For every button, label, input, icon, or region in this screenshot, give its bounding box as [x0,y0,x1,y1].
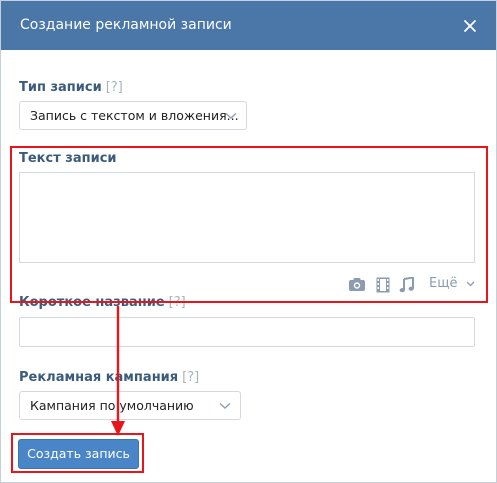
more-attachments-button[interactable]: Ещё [429,276,475,292]
dialog-header: Создание рекламной записи [1,1,496,50]
chevron-down-icon [466,281,475,286]
record-text-textarea[interactable] [19,172,475,263]
record-type-label-text: Тип записи [19,80,102,95]
record-type-selected-value: Запись с текстом и вложения... [30,108,239,123]
record-type-help[interactable]: [?] [106,80,123,95]
close-icon [464,20,476,32]
chevron-down-icon [225,112,237,119]
attach-video-button[interactable] [376,277,390,297]
short-name-label-text: Короткое название [19,295,165,310]
record-type-select[interactable]: Запись с текстом и вложения... [19,101,247,130]
short-name-help[interactable]: [?] [169,295,186,310]
record-type-label: Тип записи [?] [19,80,123,96]
record-text-label: Текст записи [19,151,117,166]
film-icon [376,277,390,293]
create-post-button[interactable]: Создать запись [18,439,139,469]
arrow-down-icon [111,306,125,436]
campaign-select[interactable]: Кампания по умолчанию [19,391,241,420]
camera-icon [349,278,365,291]
more-attachments-label: Ещё [429,276,458,291]
chevron-down-icon [219,402,231,409]
campaign-label-text: Рекламная кампания [19,370,179,385]
short-name-input[interactable] [19,317,475,347]
close-button[interactable] [459,15,481,37]
attach-audio-button[interactable] [399,276,415,297]
dialog-title: Создание рекламной записи [20,17,232,33]
attach-photo-button[interactable] [348,277,366,296]
short-name-label: Короткое название [?] [19,295,186,311]
music-icon [399,276,414,293]
create-ad-post-dialog: Создание рекламной записи Тип записи [?] … [0,0,497,483]
campaign-help[interactable]: [?] [182,370,199,385]
